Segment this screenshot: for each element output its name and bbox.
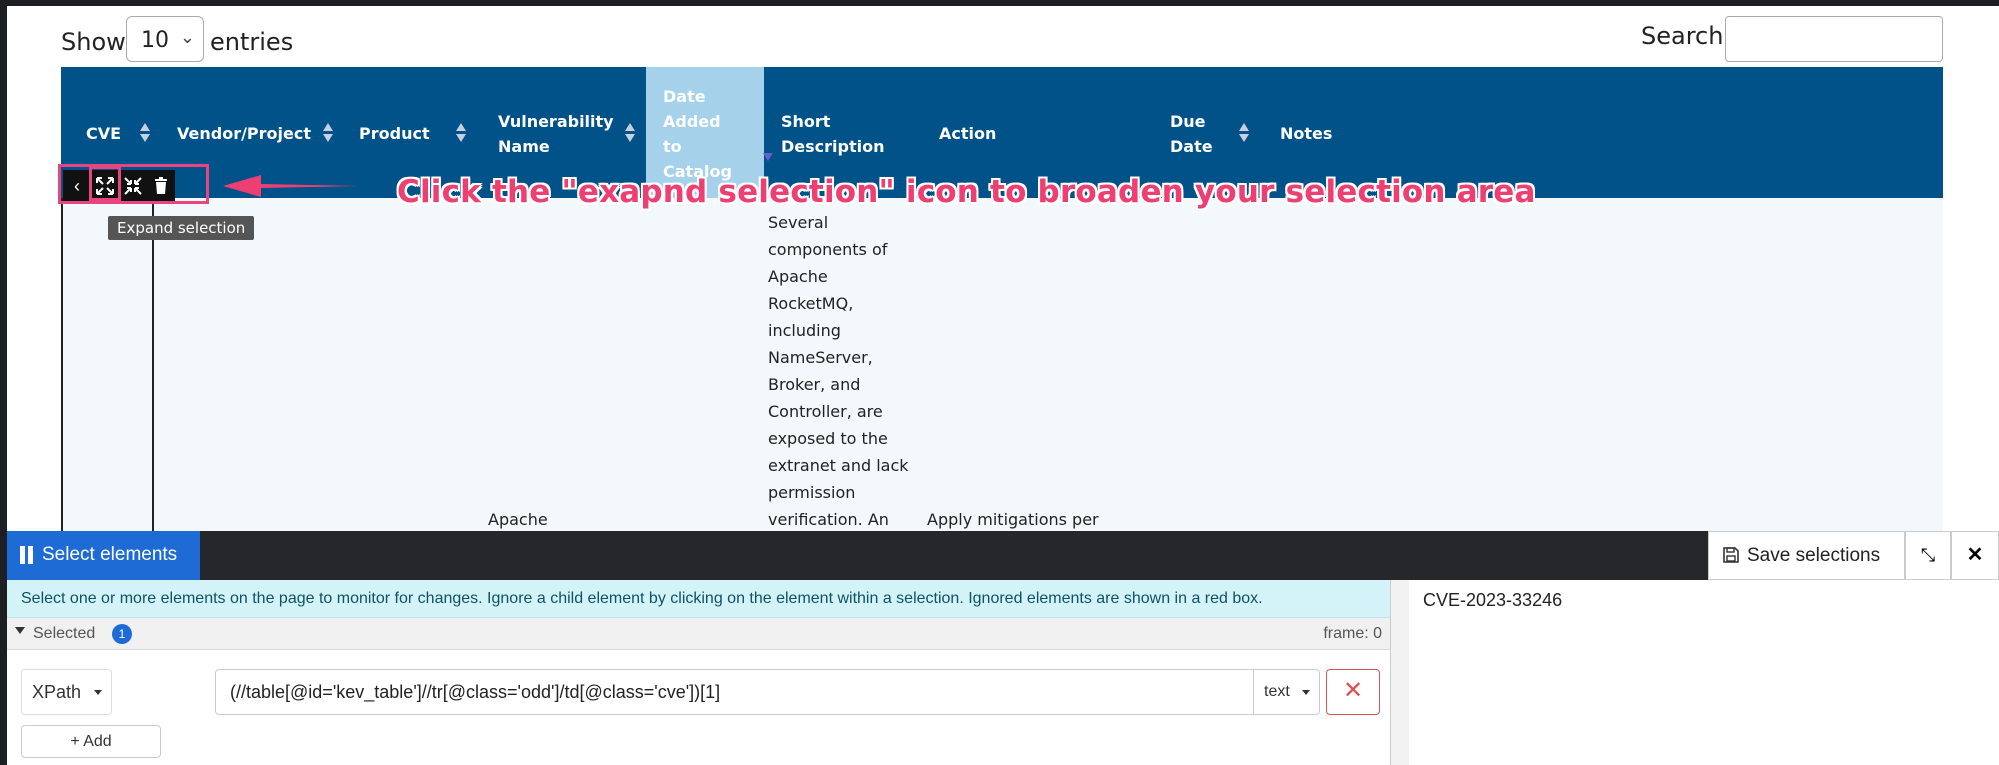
close-panel-button[interactable]: ✕ [1951, 531, 1999, 580]
chevron-down-icon: ⌄ [179, 27, 195, 47]
sort-desc-icon [763, 153, 773, 161]
column-header-date-added[interactable]: Date Added to Catalog [663, 84, 773, 184]
result-value: CVE-2023-33246 [1423, 590, 1563, 610]
column-header-action[interactable]: Action [939, 121, 996, 146]
table-row[interactable] [61, 198, 1943, 538]
select-elements-label: Select elements [42, 544, 178, 565]
annotation-highlight-box [58, 164, 209, 204]
selection-outline [152, 198, 154, 538]
output-type-dropdown[interactable]: text [1253, 669, 1320, 715]
page-length-select[interactable]: 10 ⌄ [126, 16, 204, 62]
collapse-panel-button[interactable]: ⤡ [1905, 531, 1951, 580]
pause-icon [20, 546, 34, 564]
cell-vulnerability-name: Apache [488, 510, 548, 529]
cell-short-description: Several components of Apache RocketMQ, i… [768, 213, 909, 529]
column-header-vulnerability-name[interactable]: Vulnerability Name [498, 109, 614, 159]
column-header-cve[interactable]: CVE [86, 121, 121, 146]
web-page: Show 10 ⌄ entries Search: CVE Vendor/Pro… [7, 6, 1999, 765]
xpath-input[interactable]: (//table[@id='kev_table']//tr[@class='od… [215, 669, 1254, 715]
page-length-value: 10 [141, 28, 169, 53]
output-type-value: text [1264, 683, 1290, 700]
search-input[interactable] [1725, 16, 1943, 62]
pane-divider[interactable] [1390, 580, 1410, 765]
selector-type-dropdown[interactable]: XPath [21, 669, 112, 715]
sort-icon [625, 123, 635, 143]
column-header-due-date[interactable]: Due Date [1170, 109, 1213, 159]
remove-selector-button[interactable]: ✕ [1326, 669, 1380, 715]
frame-label: frame: 0 [1323, 625, 1382, 642]
column-header-product[interactable]: Product [359, 121, 430, 146]
close-icon: ✕ [1966, 544, 1984, 566]
column-header-vendor[interactable]: Vendor/Project [177, 121, 311, 146]
select-elements-button[interactable]: Select elements [7, 531, 200, 580]
column-header-notes[interactable]: Notes [1280, 121, 1332, 146]
caret-down-icon [15, 627, 25, 634]
column-header-short-description[interactable]: Short Description [781, 109, 884, 159]
show-label: Show [61, 28, 126, 56]
sort-icon [140, 123, 150, 143]
save-selections-button[interactable]: Save selections [1708, 531, 1905, 580]
annotation-arrow-icon [223, 175, 359, 197]
annotation-callout: Click the "exapnd selection" icon to bro… [397, 174, 1536, 210]
xpath-value: (//table[@id='kev_table']//tr[@class='od… [230, 682, 721, 702]
info-banner: Select one or more elements on the page … [7, 580, 1390, 618]
selected-count-badge: 1 [112, 624, 132, 644]
sort-icon [456, 123, 466, 143]
annotation-highlight-box [89, 166, 121, 201]
close-icon: ✕ [1342, 677, 1364, 704]
info-text: Select one or more elements on the page … [21, 590, 1263, 607]
selection-outline [61, 198, 63, 538]
entries-label: entries [210, 28, 294, 56]
caret-down-icon [1302, 690, 1310, 695]
search-label: Search: [1641, 22, 1732, 50]
panel-toolbar [7, 531, 1999, 580]
floppy-disk-icon [1723, 547, 1739, 568]
selector-panel: Select elements Save selections ⤡ ✕ Sele… [7, 531, 1999, 765]
selected-label: Selected [33, 625, 96, 642]
add-selector-button[interactable]: + Add [21, 725, 161, 758]
save-selections-label: Save selections [1747, 545, 1881, 566]
cell-action: Apply mitigations per [927, 510, 1099, 529]
tooltip: Expand selection [108, 216, 255, 240]
caret-down-icon [94, 690, 102, 695]
selected-section-header[interactable]: Selected 1 frame: 0 [7, 618, 1390, 650]
sort-icon [1239, 123, 1249, 143]
result-preview: CVE-2023-33246 [1409, 580, 1999, 765]
selector-type-value: XPath [32, 682, 82, 702]
collapse-icon: ⤡ [1920, 545, 1936, 565]
sort-icon [323, 123, 333, 143]
